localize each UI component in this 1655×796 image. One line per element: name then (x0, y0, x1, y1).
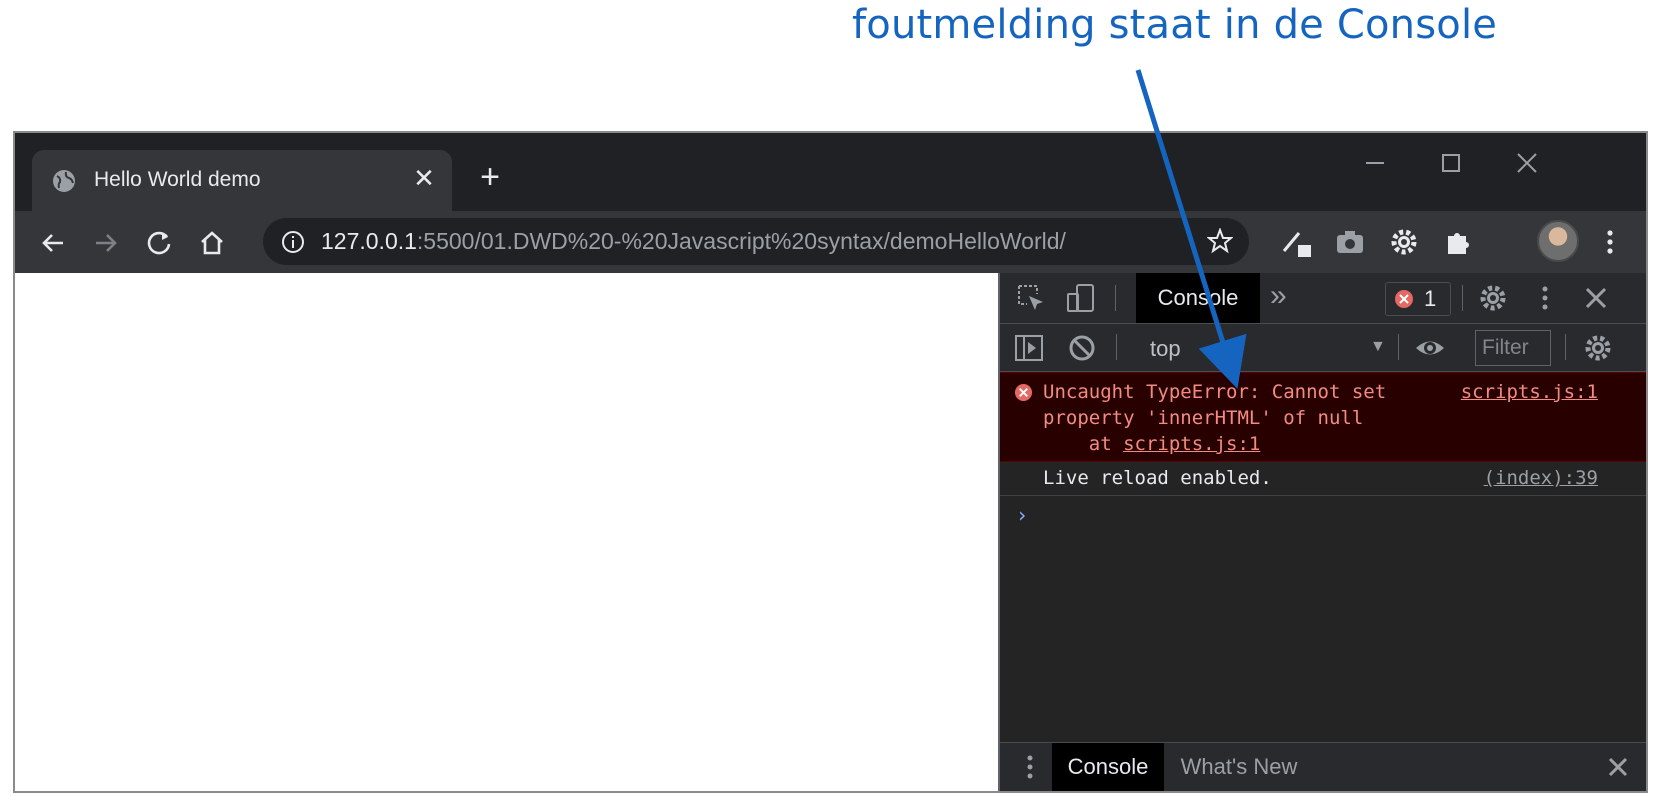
tab-strip: Hello World demo ✕ + (15, 133, 1646, 211)
error-icon (1395, 290, 1413, 308)
close-devtools-icon[interactable] (1580, 282, 1612, 314)
inspect-element-icon[interactable] (1015, 282, 1047, 314)
url-text[interactable]: 127.0.0.1:5500/01.DWD%20-%20Javascript%2… (321, 228, 1066, 255)
error-icon (1014, 383, 1033, 402)
devtools-tabbar: Console » 1 (1000, 273, 1646, 324)
divider (1116, 334, 1117, 360)
devtools-menu-icon[interactable] (1529, 282, 1561, 314)
divider (1115, 285, 1116, 311)
minimize-icon[interactable] (1359, 147, 1391, 179)
annotation-label: foutmelding staat in de Console (852, 2, 1498, 48)
console-error-message: Uncaught TypeError: Cannot set property … (1000, 372, 1646, 462)
close-window-icon[interactable] (1511, 147, 1543, 179)
drawer-tab-whats-new[interactable]: What's New (1172, 743, 1306, 791)
pen-extension-icon[interactable] (1279, 225, 1313, 259)
back-icon[interactable] (37, 227, 69, 259)
tab-title: Hello World demo (94, 168, 261, 191)
browser-window: Hello World demo ✕ + 127.0.0.1:5500/01.D… (13, 131, 1648, 793)
error-source-link[interactable]: scripts.js:1 (1461, 381, 1598, 403)
settings-gear-icon[interactable] (1477, 282, 1509, 314)
error-count: 1 (1424, 286, 1437, 311)
forward-icon[interactable] (90, 227, 122, 259)
tab-console[interactable]: Console (1136, 273, 1260, 323)
url-path: :5500/01.DWD%20-%20Javascript%20syntax/d… (416, 228, 1066, 254)
error-count-badge[interactable]: 1 (1385, 282, 1451, 316)
address-bar[interactable]: 127.0.0.1:5500/01.DWD%20-%20Javascript%2… (263, 218, 1249, 265)
sidebar-toggle-icon[interactable] (1013, 332, 1045, 364)
error-line-1: Uncaught TypeError: Cannot set (1043, 381, 1387, 403)
device-toolbar-icon[interactable] (1065, 282, 1097, 314)
maximize-icon[interactable] (1435, 147, 1467, 179)
devtools-drawer: Console What's New (1000, 742, 1646, 791)
profile-avatar[interactable] (1537, 220, 1579, 262)
globe-icon (53, 170, 75, 192)
filter-input[interactable]: Filter (1475, 330, 1551, 366)
divider (1462, 285, 1463, 311)
drawer-tab-console[interactable]: Console (1052, 743, 1164, 791)
divider (1565, 334, 1566, 360)
tab-close-icon[interactable]: ✕ (410, 164, 438, 192)
divider (1398, 334, 1399, 360)
eye-icon[interactable] (1414, 332, 1446, 364)
more-tabs-icon[interactable]: » (1270, 279, 1287, 313)
error-line-3: at scripts.js:1 (1043, 433, 1261, 455)
menu-kebab-icon[interactable] (1593, 225, 1627, 259)
error-stack-link[interactable]: scripts.js:1 (1123, 433, 1260, 455)
reload-icon[interactable] (143, 227, 175, 259)
home-icon[interactable] (196, 227, 228, 259)
log-source-link[interactable]: (index):39 (1484, 467, 1598, 489)
info-icon[interactable] (281, 230, 305, 254)
log-text: Live reload enabled. (1043, 467, 1272, 489)
new-tab-button[interactable]: + (473, 160, 507, 195)
console-prompt[interactable]: › (1016, 503, 1028, 527)
close-drawer-icon[interactable] (1604, 753, 1632, 781)
clear-console-icon[interactable] (1066, 332, 1098, 364)
puzzle-extensions-icon[interactable] (1441, 225, 1475, 259)
toolbar: 127.0.0.1:5500/01.DWD%20-%20Javascript%2… (15, 211, 1646, 273)
devtools-panel: Console » 1 top ▼ Filter Uncaught TypeEr… (998, 273, 1646, 791)
console-log-message: Live reload enabled. (index):39 (1000, 461, 1646, 496)
chevron-down-icon[interactable]: ▼ (1370, 338, 1386, 356)
drawer-menu-icon[interactable] (1022, 753, 1038, 781)
browser-tab[interactable]: Hello World demo ✕ (32, 150, 452, 211)
console-settings-gear-icon[interactable] (1582, 332, 1614, 364)
console-toolbar: top ▼ Filter (1000, 324, 1646, 372)
page-content (15, 273, 998, 791)
error-stack-prefix: at (1043, 433, 1124, 455)
gear-extension-icon[interactable] (1387, 225, 1421, 259)
context-selector[interactable]: top (1150, 336, 1181, 362)
bookmark-star-icon[interactable] (1207, 228, 1233, 254)
camera-extension-icon[interactable] (1333, 225, 1367, 259)
url-host: 127.0.0.1 (321, 228, 417, 254)
error-line-2: property 'innerHTML' of null (1043, 407, 1364, 429)
